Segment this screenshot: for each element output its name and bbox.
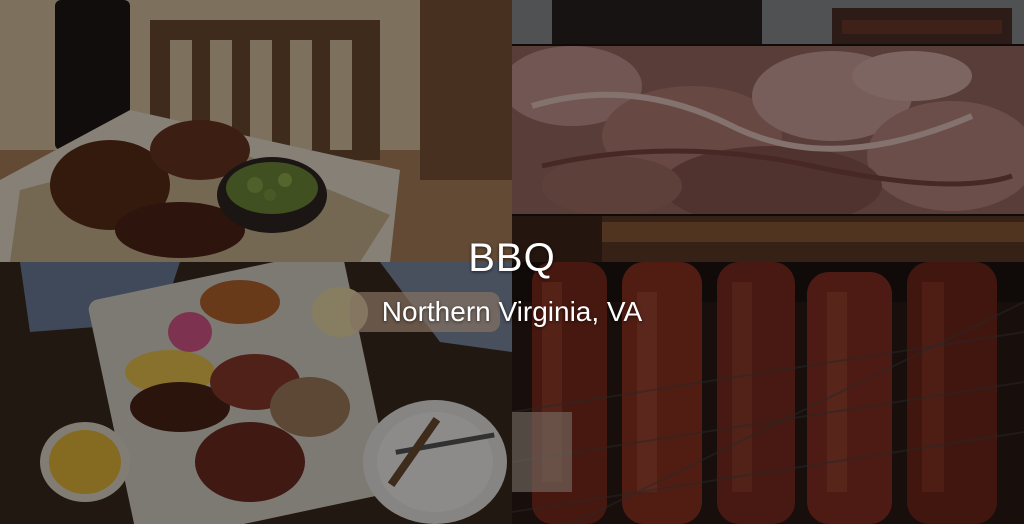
hero-banner: BBQ Northern Virginia, VA <box>0 0 1024 524</box>
dark-overlay <box>0 0 1024 524</box>
